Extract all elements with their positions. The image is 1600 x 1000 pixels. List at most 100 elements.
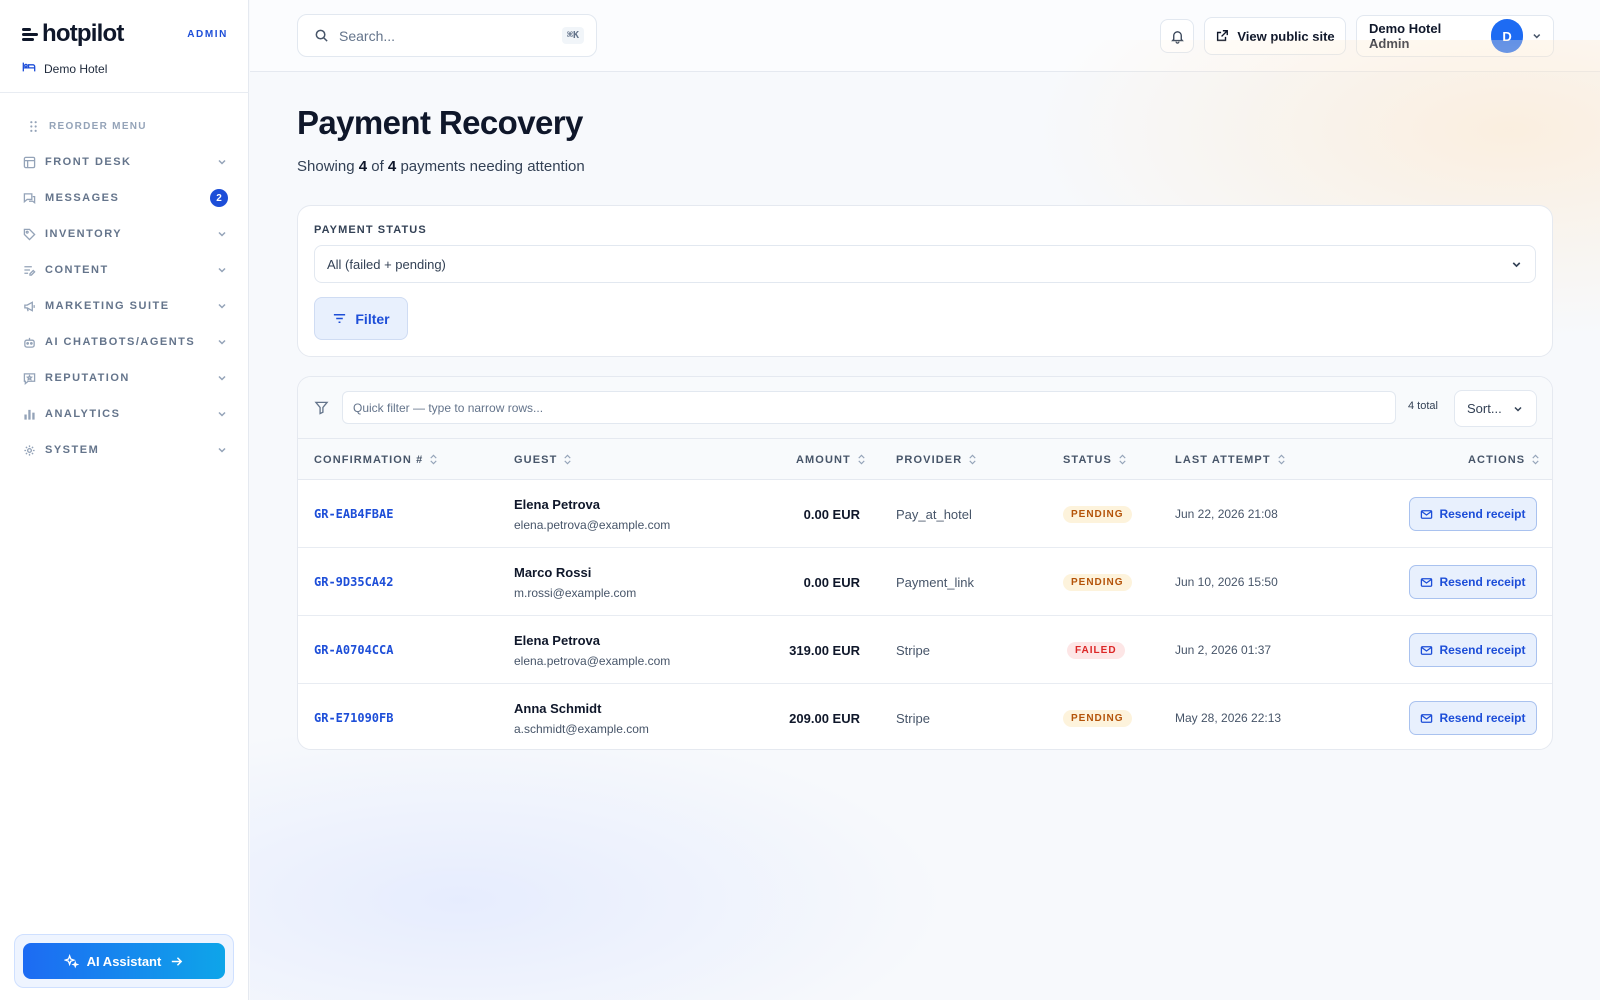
sidebar-item-inventory[interactable]: INVENTORY bbox=[20, 216, 230, 252]
column-header-label: PROVIDER bbox=[896, 453, 963, 466]
user-menu-button[interactable]: Demo Hotel Admin D bbox=[1356, 15, 1554, 57]
sparkles-icon bbox=[63, 953, 79, 968]
sidebar-item-label: MARKETING SUITE bbox=[45, 300, 170, 312]
page-subtitle: Showing 4 of 4 payments needing attentio… bbox=[297, 158, 585, 175]
sidebar-item-system[interactable]: SYSTEM bbox=[20, 432, 230, 468]
chevron-down-icon bbox=[1514, 406, 1522, 412]
amount: 0.00 EUR bbox=[803, 506, 860, 522]
provider: Stripe bbox=[896, 710, 930, 726]
ai-assistant-button[interactable]: AI Assistant bbox=[23, 943, 225, 979]
amount: 209.00 EUR bbox=[789, 710, 860, 726]
column-header-provider[interactable]: PROVIDER bbox=[896, 439, 977, 480]
notifications-button[interactable] bbox=[1160, 19, 1194, 53]
sort-arrows-icon bbox=[564, 454, 572, 465]
table-row: GR-E71090FB Anna Schmidt a.schmidt@examp… bbox=[298, 684, 1552, 749]
hotel-selector[interactable]: Demo Hotel bbox=[22, 60, 107, 77]
filter-button[interactable]: Filter bbox=[314, 297, 408, 340]
sidebar-item-reputation[interactable]: REPUTATION bbox=[20, 360, 230, 396]
column-header-actions[interactable]: ACTIONS bbox=[1468, 439, 1540, 480]
sort-arrows-icon bbox=[1278, 454, 1285, 465]
chevron-down-icon bbox=[218, 303, 226, 309]
drag-handle-icon bbox=[26, 119, 40, 133]
sidebar-divider bbox=[0, 92, 249, 93]
confirmation-link[interactable]: GR-E71090FB bbox=[314, 711, 393, 725]
status-badge: PENDING bbox=[1063, 709, 1132, 727]
guest-name: Elena Petrova bbox=[514, 632, 600, 648]
confirmation-link[interactable]: GR-9D35CA42 bbox=[314, 575, 393, 589]
sidebar-item-messages[interactable]: MESSAGES 2 bbox=[20, 180, 230, 216]
sidebar-item-content[interactable]: CONTENT bbox=[20, 252, 230, 288]
sidebar-item-label: ANALYTICS bbox=[45, 408, 121, 420]
resend-receipt-button[interactable]: Resend receipt bbox=[1409, 701, 1537, 735]
view-public-site-button[interactable]: View public site bbox=[1204, 17, 1346, 55]
sidebar-item-label: CONTENT bbox=[45, 264, 109, 276]
sidebar-item-label: SYSTEM bbox=[45, 444, 100, 456]
column-header-label: AMOUNT bbox=[796, 453, 851, 466]
sort-arrows-icon bbox=[858, 454, 865, 465]
chevron-down-icon bbox=[218, 231, 226, 237]
payment-status-select[interactable]: All (failed + pending) bbox=[314, 245, 1536, 283]
chevron-down-icon bbox=[218, 339, 226, 345]
funnel-icon bbox=[314, 401, 329, 415]
guest-email: elena.petrova@example.com bbox=[514, 517, 671, 532]
last-attempt: Jun 10, 2026 15:50 bbox=[1175, 575, 1278, 589]
sidebar-item-analytics[interactable]: ANALYTICS bbox=[20, 396, 230, 432]
sort-select-value: Sort... bbox=[1467, 401, 1502, 416]
quick-filter-input[interactable] bbox=[342, 391, 1396, 424]
admin-tag: ADMIN bbox=[187, 28, 228, 40]
column-header-confirmation[interactable]: CONFIRMATION # bbox=[314, 439, 438, 480]
guest-email: elena.petrova@example.com bbox=[514, 653, 671, 668]
sidebar-item-front-desk[interactable]: FRONT DESK bbox=[20, 144, 230, 180]
confirmation-link[interactable]: GR-EAB4FBAE bbox=[314, 507, 393, 521]
column-header-guest[interactable]: GUEST bbox=[514, 439, 572, 480]
global-search[interactable]: ⌘K bbox=[297, 14, 597, 57]
sidebar-item-label: MESSAGES bbox=[45, 192, 120, 204]
table-row: GR-9D35CA42 Marco Rossi m.rossi@example.… bbox=[298, 548, 1552, 616]
payment-status-label: PAYMENT STATUS bbox=[314, 224, 427, 236]
guest-name: Elena Petrova bbox=[514, 496, 600, 512]
filter-lines-icon bbox=[334, 314, 346, 323]
mail-icon bbox=[1421, 509, 1433, 519]
reorder-menu-button[interactable]: REORDER MENU bbox=[20, 108, 230, 144]
status-badge: FAILED bbox=[1067, 641, 1125, 659]
column-header-amount[interactable]: AMOUNT bbox=[796, 439, 866, 480]
payments-table: 4 total Sort... CONFIRMATION # GUEST AMO… bbox=[297, 376, 1553, 750]
sort-arrows-icon bbox=[1119, 454, 1126, 465]
column-header-label: ACTIONS bbox=[1468, 453, 1526, 466]
guest-name: Marco Rossi bbox=[514, 564, 592, 580]
resend-receipt-label: Resend receipt bbox=[1439, 507, 1526, 521]
last-attempt: Jun 22, 2026 21:08 bbox=[1175, 507, 1278, 521]
sidebar-item-marketing-suite[interactable]: MARKETING SUITE bbox=[20, 288, 230, 324]
last-attempt: Jun 2, 2026 01:37 bbox=[1175, 643, 1272, 657]
column-header-status[interactable]: STATUS bbox=[1063, 439, 1127, 480]
subtitle-prefix: Showing bbox=[297, 158, 355, 175]
external-link-icon bbox=[1217, 30, 1229, 42]
sort-select[interactable]: Sort... bbox=[1454, 390, 1537, 427]
column-header-label: LAST ATTEMPT bbox=[1175, 453, 1271, 466]
logo-mark-icon bbox=[22, 27, 38, 41]
hotel-name: Demo Hotel bbox=[44, 61, 108, 76]
search-input[interactable] bbox=[339, 27, 562, 44]
confirmation-link[interactable]: GR-A0704CCA bbox=[314, 643, 393, 657]
total-count-label: 4 total bbox=[1408, 400, 1438, 412]
resend-receipt-button[interactable]: Resend receipt bbox=[1409, 633, 1537, 667]
resend-receipt-label: Resend receipt bbox=[1439, 643, 1526, 657]
logo[interactable]: hotpilot bbox=[22, 20, 124, 48]
background-glow bbox=[250, 720, 950, 1000]
filter-button-label: Filter bbox=[355, 310, 390, 327]
chevron-down-icon bbox=[218, 447, 226, 453]
status-badge: PENDING bbox=[1063, 505, 1132, 523]
ai-assistant-label: AI Assistant bbox=[86, 953, 162, 969]
provider: Stripe bbox=[896, 642, 930, 658]
sidebar-item-ai-chatbots[interactable]: AI CHATBOTS/AGENTS bbox=[20, 324, 230, 360]
bar-chart-icon bbox=[22, 407, 36, 421]
column-header-last-attempt[interactable]: LAST ATTEMPT bbox=[1175, 439, 1286, 480]
arrow-right-icon bbox=[172, 956, 183, 966]
review-icon bbox=[22, 371, 36, 385]
resend-receipt-button[interactable]: Resend receipt bbox=[1409, 565, 1537, 599]
provider: Pay_at_hotel bbox=[896, 506, 972, 522]
resend-receipt-label: Resend receipt bbox=[1439, 575, 1526, 589]
amount: 0.00 EUR bbox=[803, 574, 860, 590]
view-public-site-label: View public site bbox=[1237, 28, 1335, 44]
resend-receipt-button[interactable]: Resend receipt bbox=[1409, 497, 1537, 531]
